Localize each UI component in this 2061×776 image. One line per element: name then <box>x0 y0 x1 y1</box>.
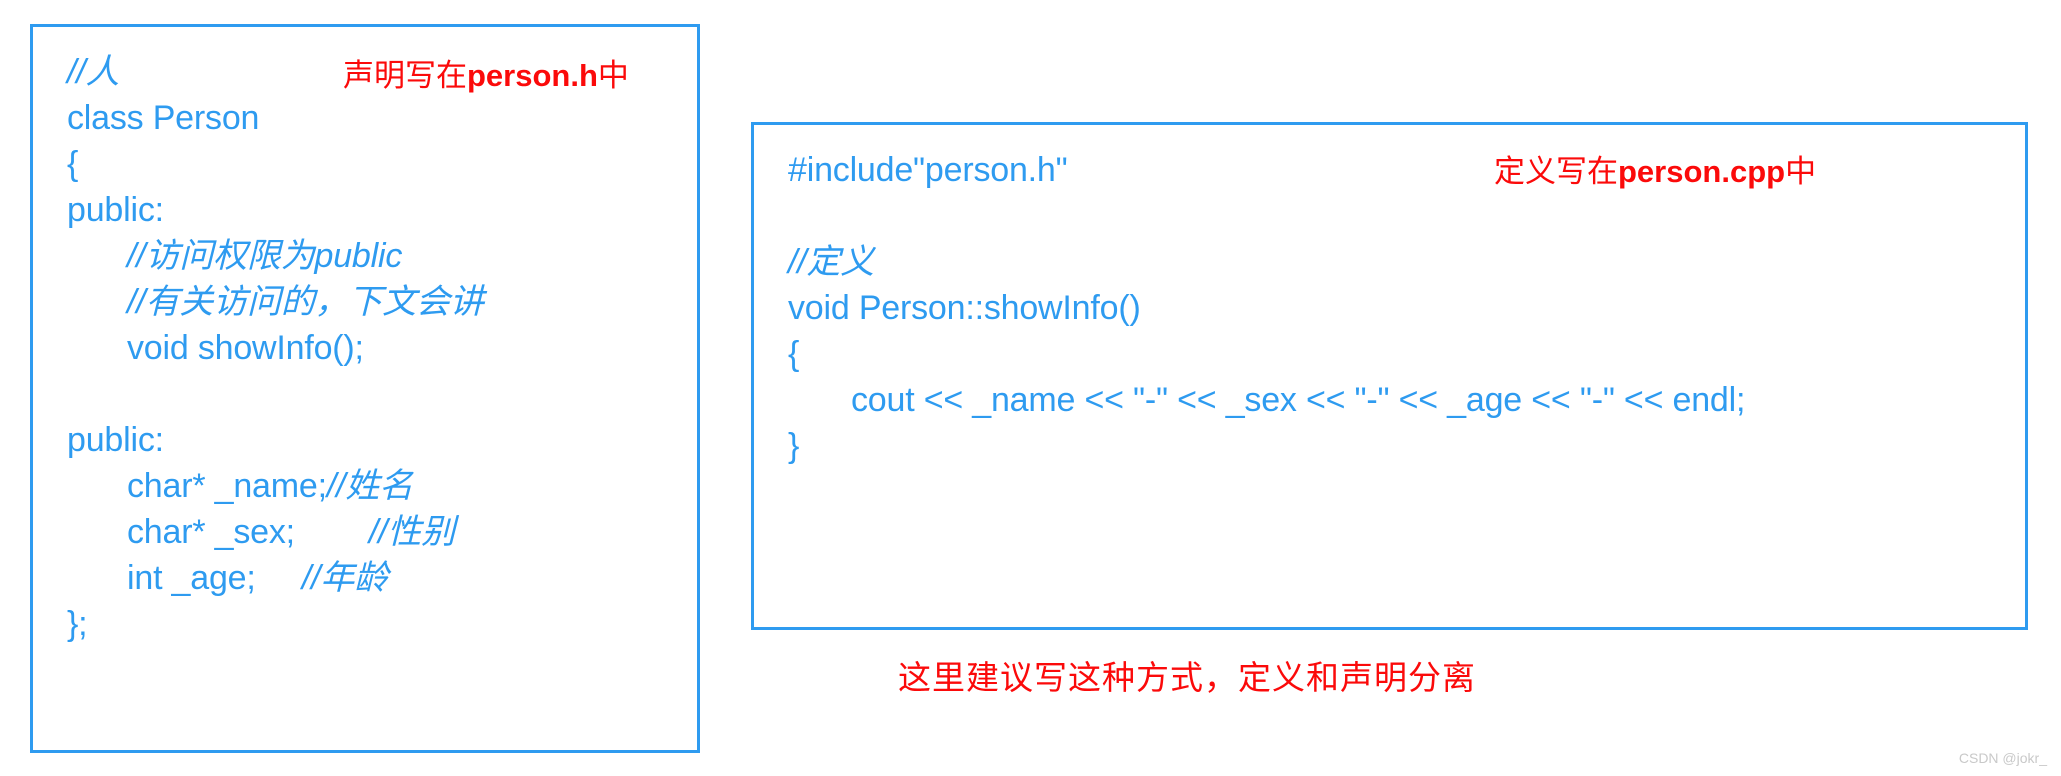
code-text: }; <box>67 605 88 643</box>
code-line: void Person::showInfo() <box>788 291 1141 325</box>
code-comment: //人 <box>67 53 120 91</box>
annotation-filename: person.h <box>467 58 598 93</box>
person-cpp-definition-box: #include"person.h"//定义void Person::showI… <box>751 122 2028 630</box>
annotation-filename: person.cpp <box>1618 154 1786 189</box>
code-text: } <box>788 427 800 465</box>
code-line: void showInfo(); <box>127 331 364 365</box>
person-cpp-code-block: #include"person.h"//定义void Person::showI… <box>754 125 2025 627</box>
code-text: #include"person.h" <box>788 151 1068 189</box>
annotation-suffix: 中 <box>597 58 629 93</box>
annotation-prefix: 声明写在 <box>343 58 467 93</box>
code-text: void Person::showInfo() <box>788 289 1141 327</box>
code-text: void showInfo(); <box>127 329 364 367</box>
code-line: //访问权限为public <box>127 239 402 273</box>
code-line: char* _name;//姓名 <box>127 469 413 503</box>
slide-canvas: //人 class Person { public: //访问权限为public //有关… <box>0 0 2061 776</box>
person-h-declaration-box: //人 class Person { public: //访问权限为public //有关… <box>30 24 700 753</box>
code-line: public: <box>67 193 164 227</box>
annotation-advice-separate-declaration-definition: 这里建议写这种方式，定义和声明分离 <box>898 661 1476 697</box>
code-line: cout << _name << "-" << _sex << "-" << _… <box>851 383 1745 417</box>
code-line: #include"person.h" <box>788 153 1068 187</box>
code-text: public: <box>67 421 164 459</box>
code-comment: //定义 <box>788 243 875 281</box>
code-line: //人 <box>67 55 119 89</box>
code-text: char* _sex; <box>127 513 369 551</box>
code-line: int _age; //年龄 <box>127 561 388 595</box>
code-comment: //有关访问的，下文会讲 <box>127 283 484 321</box>
code-comment: //性别 <box>368 513 455 551</box>
code-line: { <box>67 147 78 181</box>
annotation-declaration-in-header: 声明写在person.h中 <box>343 60 629 91</box>
code-text: { <box>67 145 79 183</box>
person-h-code-block: //人 class Person { public: //访问权限为public //有关… <box>33 27 697 750</box>
code-text: public: <box>67 191 164 229</box>
code-comment: //姓名 <box>326 467 413 505</box>
code-line: class Person <box>67 101 259 135</box>
code-line: } <box>788 429 799 463</box>
code-text: class Person <box>67 99 260 137</box>
code-line: //有关访问的，下文会讲 <box>127 285 484 319</box>
code-text: char* _name; <box>127 467 327 505</box>
code-line: { <box>788 337 799 371</box>
code-line: char* _sex; //性别 <box>127 515 455 549</box>
code-comment: //年龄 <box>301 559 388 597</box>
code-line: }; <box>67 605 88 643</box>
code-line: public: <box>67 423 164 457</box>
code-line: //定义 <box>788 245 874 279</box>
code-text: { <box>788 335 800 373</box>
code-text: cout << _name << "-" << _sex << "-" << _… <box>851 381 1746 419</box>
code-comment: //访问权限为public <box>127 237 403 275</box>
code-text: int _age; <box>127 559 302 597</box>
annotation-suffix: 中 <box>1785 154 1817 189</box>
annotation-definition-in-source: 定义写在person.cpp中 <box>1494 156 1816 187</box>
annotation-prefix: 定义写在 <box>1494 154 1618 189</box>
csdn-watermark: CSDN @jokr_ <box>1958 750 2047 766</box>
